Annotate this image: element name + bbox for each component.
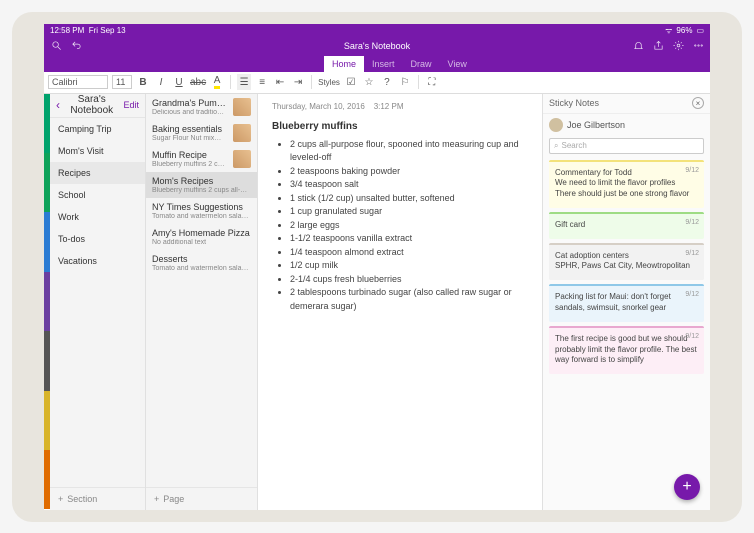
sticky-note[interactable]: 9/12Commentary for ToddWe need to limit … — [549, 160, 704, 208]
sticky-note[interactable]: 9/12The first recipe is good but we shou… — [549, 326, 704, 374]
sticky-note[interactable]: 9/12Cat adoption centersSPHR, Paws Cat C… — [549, 243, 704, 281]
ingredient-item: 1 cup granulated sugar — [290, 205, 528, 219]
section-item[interactable]: Mom's Visit — [50, 140, 145, 162]
ribbon-tab-insert[interactable]: Insert — [364, 56, 403, 72]
ribbon-tab-draw[interactable]: Draw — [403, 56, 440, 72]
page-item[interactable]: Mom's RecipesBlueberry muffins 2 cups al… — [146, 172, 257, 198]
nav-title: Sara's Notebook — [60, 94, 123, 116]
ribbon-tab-home[interactable]: Home — [324, 56, 364, 72]
highlight-button[interactable]: A — [210, 74, 224, 90]
underline-button[interactable]: U — [172, 74, 186, 90]
ingredient-item: 1/4 teaspoon almond extract — [290, 246, 528, 260]
sticky-note[interactable]: 9/12Gift card — [549, 212, 704, 239]
numbered-list-button[interactable]: ≡ — [255, 74, 269, 90]
expand-button[interactable]: ⛶ — [425, 74, 439, 90]
ribbon-tabs: HomeInsertDrawView — [44, 54, 710, 72]
note-date: 9/12 — [685, 290, 699, 299]
add-section-button[interactable]: +Section — [50, 487, 145, 510]
page-item[interactable]: Grandma's Pum…Delicious and traditio… — [146, 94, 257, 120]
section-item[interactable]: Recipes — [50, 162, 145, 184]
more-icon[interactable] — [692, 40, 704, 52]
page-item[interactable]: Muffin RecipeBlueberry muffins 2 c… — [146, 146, 257, 172]
new-note-fab[interactable]: + — [674, 474, 700, 500]
ingredient-item: 2 tablespoons turbinado sugar (also call… — [290, 286, 528, 313]
bell-icon[interactable] — [632, 40, 644, 52]
font-family-select[interactable]: Calibri — [48, 75, 108, 89]
search-icon[interactable] — [50, 40, 62, 52]
search-icon: ⌕ — [554, 141, 558, 151]
bold-button[interactable]: B — [136, 74, 150, 90]
section-item[interactable]: Work — [50, 206, 145, 228]
page-thumbnail — [233, 124, 251, 142]
ingredient-item: 2 teaspoons baking powder — [290, 165, 528, 179]
page-item[interactable]: Baking essentialsSugar Flour Nut mix… — [146, 120, 257, 146]
indent-button[interactable]: ⇥ — [291, 74, 305, 90]
ingredient-item: 3/4 teaspoon salt — [290, 178, 528, 192]
tag-button[interactable]: ? — [380, 74, 394, 90]
status-date: Fri Sep 13 — [89, 26, 126, 35]
note-date: 9/12 — [685, 218, 699, 227]
sticky-notes-title: Sticky Notes — [549, 98, 599, 108]
favorite-button[interactable]: ☆ — [362, 74, 376, 90]
sticky-search-input[interactable]: ⌕ Search — [549, 138, 704, 154]
note-date: 9/12 — [685, 332, 699, 341]
bullet-list-button[interactable]: ☰ — [237, 74, 251, 90]
sticky-user-name: Joe Gilbertson — [567, 120, 625, 130]
battery-icon: ▭ — [696, 26, 704, 35]
section-item[interactable]: School — [50, 184, 145, 206]
page-thumbnail — [233, 98, 251, 116]
share-icon[interactable] — [652, 40, 664, 52]
battery-percent: 96% — [676, 26, 692, 35]
italic-button[interactable]: I — [154, 74, 168, 90]
section-item[interactable]: Camping Trip — [50, 118, 145, 140]
section-item[interactable]: To-dos — [50, 228, 145, 250]
add-page-button[interactable]: +Page — [146, 487, 257, 510]
ingredient-item: 2 cups all-purpose flour, spooned into m… — [290, 138, 528, 165]
tablet-home-button[interactable] — [718, 259, 734, 275]
page-item[interactable]: DessertsTomato and watermelon salad… — [146, 250, 257, 276]
ios-status-bar: 12:58 PM Fri Sep 13 ᯤ 96% ▭ — [44, 24, 710, 38]
ingredient-item: 2 large eggs — [290, 219, 528, 233]
page-item[interactable]: NY Times SuggestionsTomato and watermelo… — [146, 198, 257, 224]
todo-tag-button[interactable]: ☑ — [344, 74, 358, 90]
font-size-select[interactable]: 11 — [112, 75, 132, 89]
ingredient-item: 2-1/4 cups fresh blueberries — [290, 273, 528, 287]
formatting-toolbar: Calibri 11 B I U abc A ☰ ≡ ⇤ ⇥ Styles ☑ … — [44, 72, 710, 94]
notebook-title: Sara's Notebook — [344, 41, 410, 51]
plus-icon: + — [58, 494, 63, 504]
undo-icon[interactable] — [70, 40, 82, 52]
wifi-icon: ᯤ — [665, 25, 672, 36]
section-item[interactable]: Vacations — [50, 250, 145, 272]
note-date: 9/12 — [685, 166, 699, 175]
page-thumbnail — [233, 150, 251, 168]
status-time: 12:58 PM — [50, 26, 84, 35]
avatar — [549, 118, 563, 132]
sticky-note[interactable]: 9/12Packing list for Maui: don't forget … — [549, 284, 704, 322]
note-heading: Blueberry muffins — [272, 121, 528, 132]
settings-icon[interactable] — [672, 40, 684, 52]
plus-icon: + — [154, 494, 159, 504]
edit-button[interactable]: Edit — [123, 100, 139, 110]
note-time: 3:12 PM — [374, 102, 404, 111]
ingredient-item: 1-1/2 teaspoons vanilla extract — [290, 232, 528, 246]
close-sticky-button[interactable]: × — [692, 97, 704, 109]
page-item[interactable]: Amy's Homemade PizzaNo additional text — [146, 224, 257, 250]
note-canvas[interactable]: Thursday, March 10, 2016 3:12 PM Blueber… — [258, 94, 542, 510]
note-date: Thursday, March 10, 2016 — [272, 102, 365, 111]
ingredient-item: 1/2 cup milk — [290, 259, 528, 273]
strike-button[interactable]: abc — [190, 74, 206, 90]
styles-button[interactable]: Styles — [318, 74, 340, 90]
ingredient-item: 1 stick (1/2 cup) unsalted butter, softe… — [290, 192, 528, 206]
ribbon-tab-view[interactable]: View — [440, 56, 475, 72]
outdent-button[interactable]: ⇤ — [273, 74, 287, 90]
note-date: 9/12 — [685, 249, 699, 258]
flag-button[interactable]: ⚐ — [398, 74, 412, 90]
